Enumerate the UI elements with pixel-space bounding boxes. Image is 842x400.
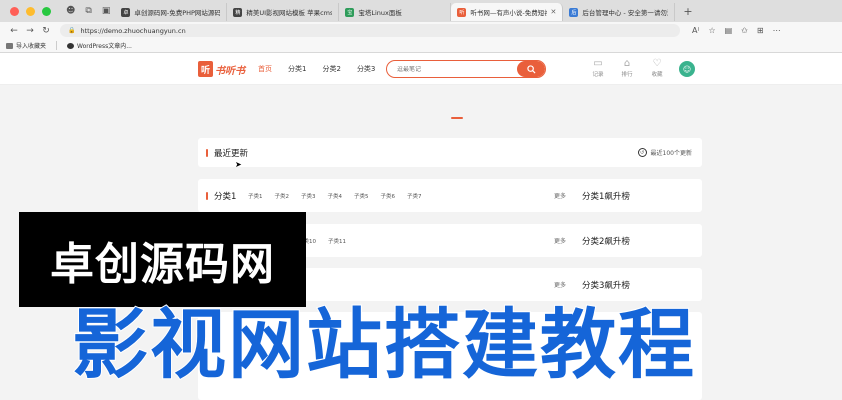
tab-title: 精美UI影视网站模板 苹果cms(影… [246, 9, 332, 17]
tab-3[interactable]: 宝 宝塔Linux面板 [339, 3, 452, 21]
subcategory-link[interactable]: 子类4 [328, 192, 343, 200]
subcategory-link[interactable]: 子类6 [381, 192, 396, 200]
site-logo[interactable]: 听 书听书 [198, 60, 245, 78]
tab-title: 卓创源码网-免费PHP网站源码分… [134, 9, 221, 17]
rank-title: 分类3飙升榜 [582, 280, 630, 291]
bookmark-divider [56, 41, 58, 50]
maximize-window-button[interactable] [42, 6, 51, 16]
subcategory-link[interactable]: 子类3 [301, 192, 316, 200]
browser-tab-bar: ☻ ⧉ ▣ 卓 卓创源码网-免费PHP网站源码分… 精 精美UI影视网站模板 苹… [0, 0, 842, 22]
tab-title: 宝塔Linux面板 [358, 9, 402, 17]
subcategory-list: 子类1 子类2 子类3 子类4 子类5 子类6 子类7 [248, 179, 422, 212]
more-link[interactable]: 更多 [554, 268, 566, 301]
tab-1[interactable]: 卓 卓创源码网-免费PHP网站源码分… [115, 3, 228, 21]
more-link[interactable]: 更多 [554, 224, 566, 257]
site-header: 听 书听书 首页 分类1 分类2 分类3 ▭ 记录 ⌂ 排行 ♡ 收藏 ☺ [0, 53, 842, 85]
profile-icon[interactable]: ☻ [61, 6, 80, 16]
subcategory-link[interactable]: 子类11 [328, 237, 346, 245]
tutorial-title-overlay: 影视网站搭建教程 [71, 299, 696, 390]
bookmarks-bar: 导入收藏夹 WordPress文章内... [0, 39, 842, 53]
nav-category-1[interactable]: 分类1 [288, 64, 306, 74]
search-button[interactable] [517, 61, 545, 77]
rank-icon: ⌂ [623, 58, 631, 69]
tab-favicon: 卓 [121, 7, 131, 17]
nav-home[interactable]: 首页 [258, 64, 272, 74]
split-screen-icon[interactable]: ▤ [725, 26, 733, 35]
history-icon: ▭ [593, 58, 603, 69]
collections-icon[interactable]: ⊞ [757, 26, 764, 35]
forward-icon[interactable]: → [22, 26, 38, 36]
back-icon[interactable]: ← [6, 26, 22, 36]
title-bar [206, 191, 208, 200]
close-window-button[interactable] [10, 6, 19, 16]
favorite-icon: ♡ [652, 58, 662, 69]
new-tab-button[interactable]: + [675, 5, 700, 18]
nav-category-3[interactable]: 分类3 [357, 64, 375, 74]
window-controls [0, 6, 61, 16]
search-box [386, 60, 546, 78]
folder-icon [6, 42, 13, 49]
tab-favicon: 听 [457, 7, 467, 17]
avatar[interactable]: ☺ [679, 61, 695, 77]
rank-button[interactable]: ⌂ 排行 [617, 58, 637, 78]
section-title: 分类1 [206, 179, 236, 212]
tab-4-active[interactable]: 听 听书网—有声小说-免费短视频分… ✕ [451, 3, 564, 21]
tab-title: 后台管理中心 - 安全第一请勿泄露… [582, 9, 668, 17]
tab-title: 听书网—有声小说-免费短视频分… [470, 9, 547, 17]
lock-icon: 🔒 [68, 27, 76, 34]
tab-favicon: 精 [233, 7, 243, 17]
mouse-cursor-icon: ➤ [235, 160, 242, 169]
favorites-button[interactable]: ♡ 收藏 [647, 58, 667, 78]
brand-overlay-text: 卓创源码网 [50, 238, 275, 290]
history-button[interactable]: ▭ 记录 [588, 58, 608, 78]
bookmark-wordpress[interactable]: WordPress文章内... [61, 41, 138, 50]
nav-category-2[interactable]: 分类2 [322, 64, 340, 74]
address-bar-row: ← → ↻ 🔒 https://demo.zhuochuangyun.cn A⁾… [0, 22, 842, 39]
favorite-star-icon[interactable]: ☆ [708, 26, 715, 35]
toolbar-icons: A⁾ ☆ ▤ ✩ ⊞ ⋯ [692, 26, 781, 35]
brand-overlay: 卓创源码网 [19, 212, 306, 307]
subcategory-link[interactable]: 子类2 [275, 192, 290, 200]
search-input[interactable] [387, 65, 517, 73]
logo-text: 书听书 [215, 65, 245, 77]
favorites-icon[interactable]: ✩ [741, 26, 748, 35]
reload-icon[interactable]: ↻ [38, 26, 54, 36]
tab-2[interactable]: 精 精美UI影视网站模板 苹果cms(影… [227, 3, 340, 21]
more-icon[interactable]: ⋯ [773, 26, 781, 35]
tab-5[interactable]: 后 后台管理中心 - 安全第一请勿泄露… [563, 3, 676, 21]
wordpress-icon [67, 42, 75, 49]
close-tab-icon[interactable]: ✕ [550, 8, 556, 16]
rank-title: 分类2飙升榜 [582, 236, 630, 247]
tab-favicon: 宝 [345, 7, 355, 17]
url-field[interactable]: 🔒 https://demo.zhuochuangyun.cn [60, 24, 680, 37]
sidebar-icon[interactable]: ▣ [97, 6, 116, 16]
rank-title: 分类1飙升榜 [582, 191, 630, 202]
title-bar [206, 148, 208, 157]
read-aloud-icon[interactable]: A⁾ [692, 26, 699, 35]
bookmark-import[interactable]: 导入收藏夹 [0, 41, 52, 50]
url-text: https://demo.zhuochuangyun.cn [80, 26, 186, 35]
search-icon [526, 64, 536, 74]
latest-100-link[interactable]: ↺ 最近100个更新 [637, 138, 692, 167]
subcategory-link[interactable]: 子类1 [248, 192, 263, 200]
minimize-window-button[interactable] [26, 6, 35, 16]
latest-updates-panel: 最近更新 ↺ 最近100个更新 [198, 138, 702, 167]
tab-actions-icon[interactable]: ⧉ [80, 6, 96, 16]
section-accent-divider [451, 117, 463, 119]
tab-favicon: 后 [569, 7, 579, 17]
main-nav: 首页 分类1 分类2 分类3 [258, 64, 375, 74]
subcategory-link[interactable]: 子类5 [354, 192, 369, 200]
more-link[interactable]: 更多 [554, 179, 566, 212]
refresh-icon: ↺ [637, 148, 647, 157]
category-1-panel: 分类1 子类1 子类2 子类3 子类4 子类5 子类6 子类7 更多 分类1飙升… [198, 179, 702, 212]
subcategory-link[interactable]: 子类7 [407, 192, 422, 200]
logo-mark: 听 [198, 61, 213, 77]
